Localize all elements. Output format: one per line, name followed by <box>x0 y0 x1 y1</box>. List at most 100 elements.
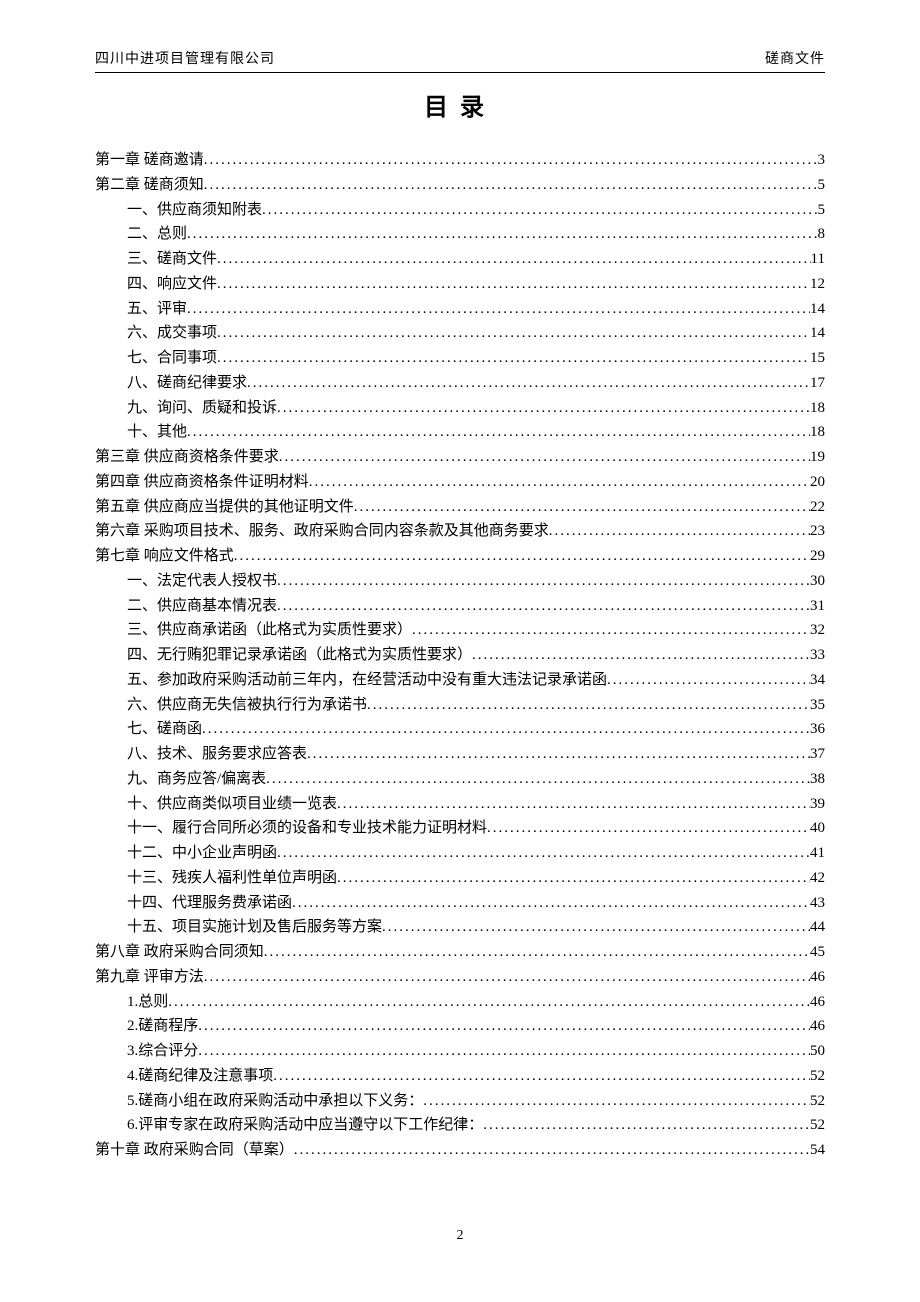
toc-entry-page: 20 <box>810 470 825 495</box>
toc-entry-label: 六、供应商无失信被执行行为承诺书 <box>127 693 367 718</box>
toc-entry-page: 34 <box>810 668 825 693</box>
toc-entry-page: 37 <box>810 742 825 767</box>
toc-entry: 第三章 供应商资格条件要求19 <box>95 445 825 470</box>
toc-leader-dots <box>262 198 817 223</box>
toc-entry-label: 一、供应商须知附表 <box>127 198 262 223</box>
toc-entry-page: 18 <box>810 420 825 445</box>
toc-leader-dots <box>273 1064 810 1089</box>
header-left: 四川中进项目管理有限公司 <box>95 48 275 68</box>
toc-entry: 一、法定代表人授权书30 <box>127 569 825 594</box>
table-of-contents: 第一章 磋商邀请3第二章 磋商须知5一、供应商须知附表5二、总则8三、磋商文件1… <box>95 148 825 1163</box>
toc-leader-dots <box>487 816 810 841</box>
page-container: 四川中进项目管理有限公司 磋商文件 目录 第一章 磋商邀请3第二章 磋商须知5一… <box>0 0 920 1163</box>
toc-leader-dots <box>198 1014 810 1039</box>
toc-leader-dots <box>472 643 810 668</box>
toc-entry-label: 九、询问、质疑和投诉 <box>127 396 277 421</box>
toc-leader-dots <box>234 544 810 569</box>
toc-entry-label: 四、无行贿犯罪记录承诺函（此格式为实质性要求） <box>127 643 472 668</box>
toc-entry: 六、成交事项14 <box>127 321 825 346</box>
toc-entry-page: 50 <box>810 1039 825 1064</box>
toc-entry: 十、其他 18 <box>127 420 825 445</box>
toc-entry-page: 17 <box>810 371 825 396</box>
toc-leader-dots <box>412 618 810 643</box>
toc-leader-dots <box>217 272 810 297</box>
toc-leader-dots <box>279 445 810 470</box>
toc-entry-page: 36 <box>810 717 825 742</box>
toc-entry-page: 44 <box>810 915 825 940</box>
toc-entry-label: 七、合同事项 <box>127 346 217 371</box>
toc-entry-page: 46 <box>810 990 825 1015</box>
toc-entry-label: 第三章 供应商资格条件要求 <box>95 445 279 470</box>
toc-entry-page: 5 <box>818 173 826 198</box>
toc-leader-dots <box>202 717 810 742</box>
toc-entry-label: 十五、项目实施计划及售后服务等方案 <box>127 915 382 940</box>
toc-leader-dots <box>247 371 810 396</box>
toc-entry-page: 45 <box>810 940 825 965</box>
toc-entry-label: 第二章 磋商须知 <box>95 173 204 198</box>
toc-entry-label: 八、技术、服务要求应答表 <box>127 742 307 767</box>
page-header: 四川中进项目管理有限公司 磋商文件 <box>95 48 825 73</box>
toc-entry-label: 一、法定代表人授权书 <box>127 569 277 594</box>
toc-entry: 十二、中小企业声明函41 <box>127 841 825 866</box>
toc-entry-page: 11 <box>811 247 825 272</box>
toc-entry-label: 第八章 政府采购合同须知 <box>95 940 264 965</box>
toc-entry-label: 十、其他 <box>127 420 187 445</box>
toc-leader-dots <box>294 1138 810 1163</box>
toc-entry-label: 二、供应商基本情况表 <box>127 594 277 619</box>
toc-leader-dots <box>354 495 810 520</box>
toc-leader-dots <box>217 346 810 371</box>
toc-leader-dots <box>217 247 811 272</box>
toc-entry-label: 十三、残疾人福利性单位声明函 <box>127 866 337 891</box>
toc-entry-page: 31 <box>810 594 825 619</box>
toc-entry-label: 1.总则 <box>127 990 168 1015</box>
toc-leader-dots <box>168 990 810 1015</box>
toc-entry-label: 第一章 磋商邀请 <box>95 148 204 173</box>
toc-entry-page: 42 <box>810 866 825 891</box>
toc-entry: 三、磋商文件11 <box>127 247 825 272</box>
toc-entry: 十四、代理服务费承诺函 43 <box>127 891 825 916</box>
toc-leader-dots <box>217 321 810 346</box>
toc-entry: 4.磋商纪律及注意事项52 <box>127 1064 825 1089</box>
toc-leader-dots <box>277 594 810 619</box>
toc-entry-page: 33 <box>810 643 825 668</box>
toc-leader-dots <box>549 519 810 544</box>
toc-entry-page: 46 <box>810 1014 825 1039</box>
toc-entry: 第十章 政府采购合同（草案）54 <box>95 1138 825 1163</box>
toc-entry-label: 第五章 供应商应当提供的其他证明文件 <box>95 495 354 520</box>
toc-entry-page: 32 <box>810 618 825 643</box>
toc-leader-dots <box>204 173 818 198</box>
toc-entry: 1.总则 46 <box>127 990 825 1015</box>
toc-entry-page: 15 <box>810 346 825 371</box>
toc-entry-label: 十、供应商类似项目业绩一览表 <box>127 792 337 817</box>
toc-entry-page: 14 <box>810 321 825 346</box>
toc-entry-label: 四、响应文件 <box>127 272 217 297</box>
toc-leader-dots <box>266 767 810 792</box>
toc-entry: 九、询问、质疑和投诉 18 <box>127 396 825 421</box>
page-title: 目录 <box>95 87 825 122</box>
toc-entry-label: 十一、履行合同所必须的设备和专业技术能力证明材料 <box>127 816 487 841</box>
toc-entry-label: 2.磋商程序 <box>127 1014 198 1039</box>
toc-entry: 五、评审14 <box>127 297 825 322</box>
toc-entry-page: 40 <box>810 816 825 841</box>
toc-entry-page: 29 <box>810 544 825 569</box>
toc-entry-page: 18 <box>810 396 825 421</box>
toc-entry: 二、总则8 <box>127 222 825 247</box>
toc-entry-label: 3.综合评分 <box>127 1039 198 1064</box>
toc-entry-label: 七、磋商函 <box>127 717 202 742</box>
toc-entry: 2.磋商程序 46 <box>127 1014 825 1039</box>
toc-entry-label: 十四、代理服务费承诺函 <box>127 891 292 916</box>
toc-entry: 二、供应商基本情况表 31 <box>127 594 825 619</box>
toc-entry-page: 43 <box>810 891 825 916</box>
toc-entry: 6.评审专家在政府采购活动中应当遵守以下工作纪律：52 <box>127 1113 825 1138</box>
toc-entry: 十五、项目实施计划及售后服务等方案 44 <box>127 915 825 940</box>
page-number: 2 <box>0 1228 920 1244</box>
toc-entry-label: 八、磋商纪律要求 <box>127 371 247 396</box>
toc-entry-label: 第九章 评审方法 <box>95 965 204 990</box>
toc-entry: 第七章 响应文件格式29 <box>95 544 825 569</box>
toc-entry-page: 54 <box>810 1138 825 1163</box>
toc-leader-dots <box>277 396 810 421</box>
toc-entry-page: 22 <box>810 495 825 520</box>
toc-entry-label: 十二、中小企业声明函 <box>127 841 277 866</box>
toc-entry-page: 52 <box>810 1064 825 1089</box>
toc-entry-label: 二、总则 <box>127 222 187 247</box>
